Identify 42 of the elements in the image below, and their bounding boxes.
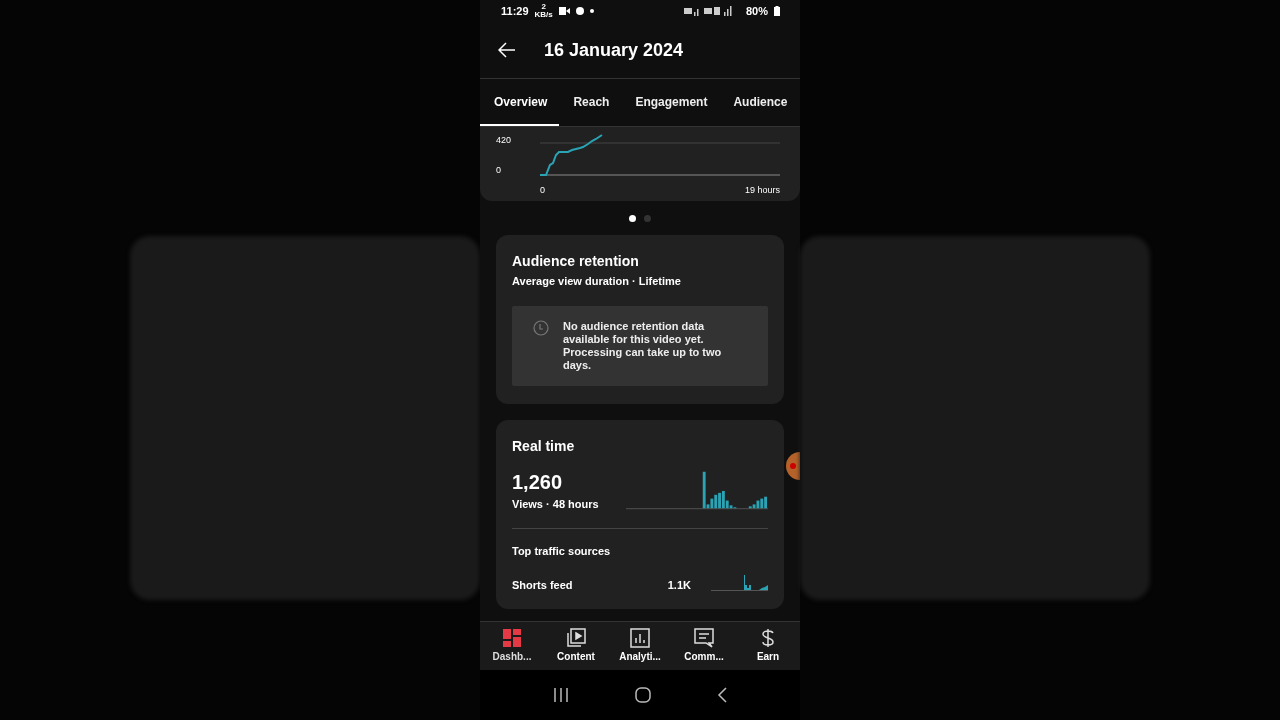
play-library-icon — [566, 628, 586, 648]
dollar-icon — [761, 628, 775, 648]
page-title: 16 January 2024 — [544, 39, 684, 61]
nav-item[interactable]: Content — [544, 622, 608, 670]
nav-item[interactable]: Analyti... — [608, 622, 672, 670]
card-subtitle: Average view duration · Lifetime — [512, 275, 682, 287]
network-speed: 2 KB/s — [534, 3, 553, 19]
video-camera-icon — [558, 7, 570, 15]
section-heading: Top traffic sources — [512, 545, 612, 557]
page-dot[interactable] — [644, 215, 651, 222]
card-title: Audience retention — [512, 253, 640, 269]
axis-label: 0 — [540, 185, 545, 197]
comment-icon — [694, 628, 714, 648]
nav-item[interactable]: Comm... — [672, 622, 736, 670]
nav-item[interactable]: Dashb... — [480, 622, 544, 670]
app-notification-icon — [575, 7, 584, 15]
card-title: Real time — [512, 438, 576, 454]
nav-item[interactable]: Earn — [736, 622, 800, 670]
tab[interactable]: Audience — [719, 79, 800, 126]
battery-percent: 80% — [745, 5, 768, 17]
page-dot[interactable] — [629, 215, 636, 222]
back-button[interactable] — [717, 687, 727, 703]
views-caption: Views · 48 hours — [512, 498, 599, 510]
notification-dot-icon — [589, 9, 594, 13]
battery-icon — [774, 6, 780, 16]
views-count: 1,260 — [512, 471, 564, 494]
empty-message: No audience retention data available for this video yet. Processing can take up to two days. — [563, 320, 723, 372]
home-button[interactable] — [635, 687, 651, 703]
clock-icon — [533, 320, 549, 336]
tab[interactable]: Reach — [559, 79, 622, 126]
source-name: Shorts feed — [512, 579, 574, 591]
axis-label: 0 — [496, 165, 502, 175]
axis-label: 19 hours — [744, 185, 780, 197]
recent-apps-button[interactable] — [553, 688, 569, 702]
axis-label: 420 — [496, 135, 513, 145]
tab[interactable]: Engagement — [621, 79, 720, 126]
dashboard-icon — [502, 628, 522, 648]
back-arrow-icon[interactable] — [498, 42, 516, 58]
source-sparkline — [711, 573, 768, 591]
clock-time: 11:29 — [501, 5, 529, 17]
source-value: 1.1K — [667, 579, 691, 591]
bar-chart-icon — [630, 628, 650, 648]
